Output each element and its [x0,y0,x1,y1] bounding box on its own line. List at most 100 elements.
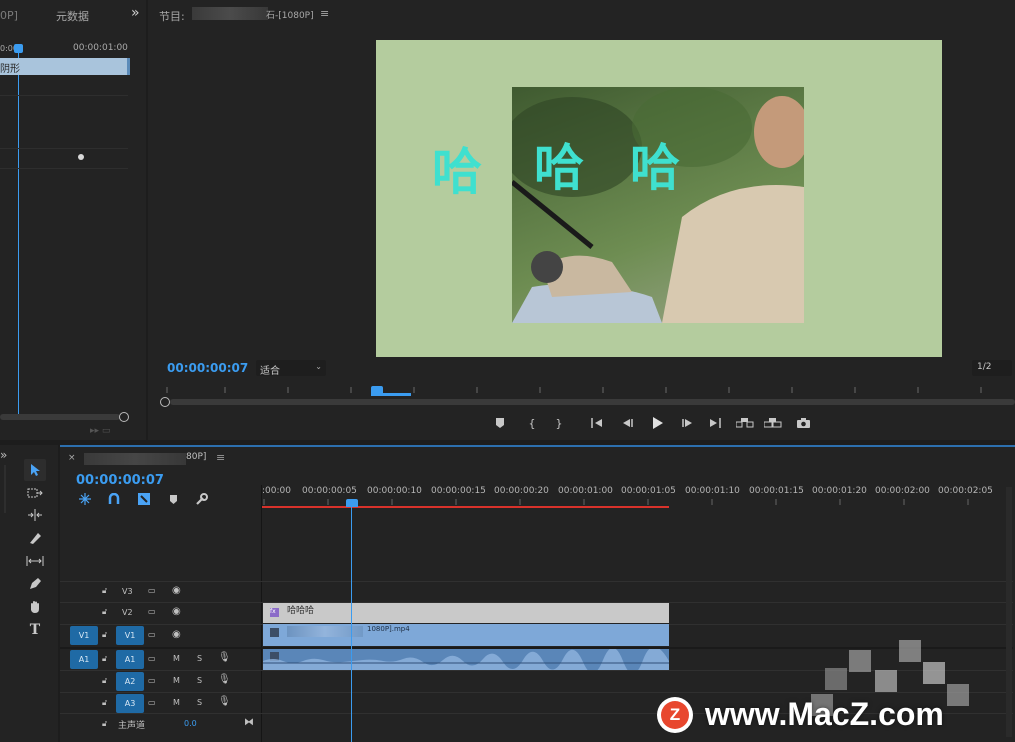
eye-icon[interactable]: ◉ [172,629,181,640]
mark-in-icon[interactable]: { [524,414,540,432]
wrench-icon[interactable] [193,491,209,507]
track-label-v2[interactable]: V2 [122,608,133,617]
sync-lock-icon[interactable]: ▭ [148,586,156,595]
overlay-char: 哈 [534,139,584,197]
track-target-a3[interactable]: A3 [116,694,144,713]
ruler-label: 00:00:02:00 [875,486,930,496]
track-header-v3: 🔓︎ V3 ▭ ◉ [60,582,260,602]
eye-icon[interactable]: ◉ [172,585,181,596]
step-back-icon[interactable] [618,414,636,432]
title-clip[interactable]: fx 哈哈哈 [263,603,669,623]
source-zoom-bar[interactable] [0,414,120,420]
resolution-dropdown[interactable]: 1/2 [972,360,1012,376]
lock-icon[interactable]: 🔓︎ [102,630,107,640]
mute-button[interactable]: M [173,698,180,707]
source-timecode-right: 00:00:01:00 [73,43,128,53]
pen-icon[interactable] [24,574,46,594]
track-label-v3[interactable]: V3 [122,587,133,596]
fit-dropdown[interactable]: 适合 ⌄ [256,360,326,377]
master-volume-value[interactable]: 0.0 [184,719,197,728]
magnet-icon[interactable] [106,491,122,507]
play-icon[interactable] [648,414,668,432]
lock-icon[interactable]: 🔓︎ [102,676,107,686]
lock-icon[interactable]: 🔓︎ [102,698,107,708]
mic-icon[interactable]: 🎙︎ [218,674,231,685]
track-header-divider [261,485,262,742]
timeline-playhead-marker[interactable] [346,499,358,507]
lock-icon[interactable]: 🔓︎ [102,607,107,617]
mic-icon[interactable]: 🎙︎ [218,652,231,663]
lock-icon[interactable]: 🔓︎ [102,654,107,664]
linked-selection-icon[interactable] [136,491,152,507]
audio-clip[interactable] [263,649,669,670]
program-title-prefix[interactable]: 节目: [159,8,185,24]
sync-lock-icon[interactable]: ▭ [148,698,156,707]
video-clip-label: 1080P].mp4 [367,625,410,633]
source-tab-partial[interactable]: 0P] [0,9,18,22]
mute-button[interactable]: M [173,676,180,685]
sync-lock-icon[interactable]: ▭ [148,630,156,639]
track-target-a1[interactable]: A1 [116,650,144,669]
step-forward-icon[interactable] [679,414,697,432]
tools-more-button[interactable]: » [0,448,7,462]
razor-icon[interactable] [24,528,46,548]
timeline-vertical-scrollbar[interactable] [1006,487,1012,737]
program-title-suffix[interactable]: 石-[1080P] [266,8,314,21]
solo-button[interactable]: S [197,698,202,707]
type-icon[interactable]: T [24,620,46,640]
watermark-text: www.MacZ.com [705,696,944,732]
sync-lock-icon[interactable]: ▭ [148,607,156,616]
program-ruler[interactable] [162,381,1015,393]
slip-icon[interactable] [24,551,46,571]
source-zoom-handle[interactable] [119,412,129,422]
track-target-v1[interactable]: V1 [116,626,144,645]
metadata-tab[interactable]: 元数据 [56,8,89,24]
tools-panel: » T [0,445,58,742]
sync-lock-icon[interactable]: ▭ [148,654,156,663]
mute-button[interactable]: M [173,654,180,663]
solo-button[interactable]: S [197,654,202,663]
more-panels-button[interactable]: » [131,5,140,21]
program-timecode[interactable]: 00:00:00:07 [167,361,248,375]
program-scroll-handle[interactable] [160,397,170,407]
timeline-playhead-line [351,506,352,742]
timeline-tab-suffix[interactable]: 80P] [186,452,206,462]
sync-lock-icon[interactable]: ▭ [148,676,156,685]
overlay-char: 哈 [432,143,482,201]
timeline-tab-close[interactable]: × [68,453,76,463]
timeline-menu-button[interactable]: ≡ [216,451,225,464]
snap-nest-icon[interactable] [77,491,93,507]
track-target-a2[interactable]: A2 [116,672,144,691]
extract-icon[interactable] [763,414,783,432]
ripple-icon[interactable] [24,505,46,525]
go-to-out-icon[interactable] [706,414,724,432]
solo-button[interactable]: S [197,676,202,685]
marker-icon[interactable] [165,491,181,507]
source-clip-label: 阴形 [0,64,20,75]
go-to-edit-icon[interactable]: ⧓ [244,717,254,728]
hand-icon[interactable] [24,597,46,617]
lock-icon[interactable]: 🔓︎ [102,586,107,596]
mic-icon[interactable]: 🎙︎ [218,696,231,707]
source-clip-bar[interactable]: 阴形 [0,58,130,75]
ruler-label: 00:00:01:15 [749,486,804,496]
add-marker-icon[interactable] [492,414,508,432]
program-menu-button[interactable]: ≡ [320,7,329,20]
eye-icon[interactable]: ◉ [172,606,181,617]
camera-icon[interactable] [793,414,813,432]
timeline-timecode[interactable]: 00:00:00:07 [76,473,164,488]
lock-icon[interactable]: 🔓︎ [102,719,107,729]
program-scroll-bar[interactable] [170,399,1015,405]
go-to-in-icon[interactable] [588,414,606,432]
lift-icon[interactable] [735,414,755,432]
mark-out-icon[interactable]: } [551,414,567,432]
ruler-label: 00:00:00:05 [302,486,357,496]
track-header-a1: A1 🔓︎ A1 ▭ M S 🎙︎ [60,649,260,670]
source-patch-a1[interactable]: A1 [70,650,98,669]
keyframe-dot[interactable] [78,154,84,160]
video-clip[interactable]: 1080P].mp4 [263,624,669,646]
source-panel-header: 0P] 元数据 » [0,0,146,30]
track-select-icon[interactable] [24,483,46,503]
source-patch-v1[interactable]: V1 [70,626,98,645]
select-icon[interactable] [24,459,46,481]
